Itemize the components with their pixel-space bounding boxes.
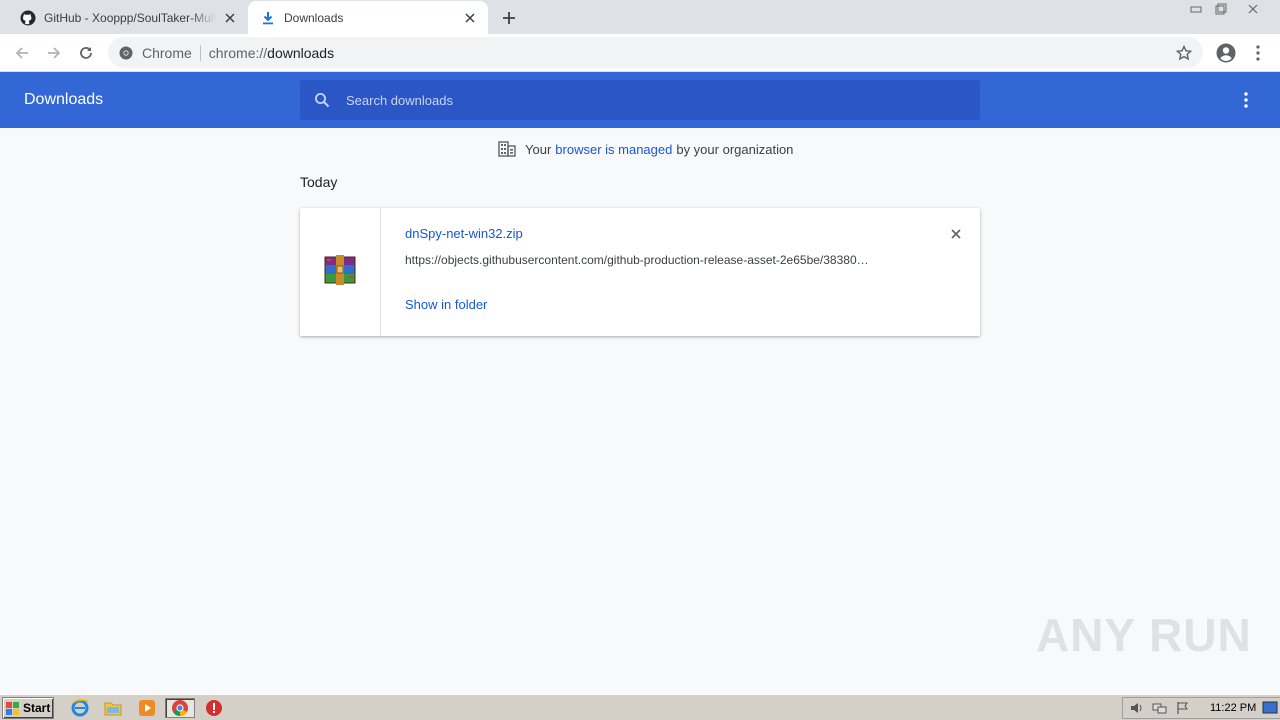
building-icon: [498, 140, 516, 158]
page-title: Downloads: [24, 91, 104, 108]
internet-explorer-icon[interactable]: [70, 698, 90, 718]
downloads-header: Downloads: [0, 72, 1280, 128]
start-label: Start: [23, 701, 51, 715]
github-icon: [20, 10, 36, 26]
managed-suffix: by your organization: [676, 141, 794, 157]
taskbar-clock[interactable]: 11:22 PM: [1210, 702, 1256, 714]
restore-button[interactable]: [1208, 0, 1234, 18]
managed-prefix: Your: [525, 141, 552, 157]
start-button[interactable]: Start: [2, 697, 54, 719]
network-icon[interactable]: [1151, 700, 1169, 716]
anyrun-watermark: ANY RUN: [1036, 608, 1252, 662]
more-actions-icon[interactable]: [1236, 90, 1256, 110]
close-icon[interactable]: [462, 10, 478, 26]
back-button[interactable]: [10, 41, 34, 65]
tab-github[interactable]: GitHub - Xooppp/SoulTaker-Multitool: [8, 1, 248, 34]
file-icon-column: [300, 208, 381, 336]
url-path: downloads: [267, 44, 335, 61]
volume-icon[interactable]: [1128, 700, 1146, 716]
chrome-icon: [118, 45, 134, 61]
windows-logo-icon: [6, 701, 20, 715]
winrar-archive-icon: [323, 254, 357, 291]
tab-downloads[interactable]: Downloads: [248, 1, 488, 34]
media-player-icon[interactable]: [137, 698, 157, 718]
chrome-menu-icon[interactable]: [1248, 41, 1268, 65]
close-icon[interactable]: [222, 10, 238, 26]
minimize-button[interactable]: [1183, 0, 1209, 18]
download-item: dnSpy-net-win32.zip https://objects.gith…: [300, 208, 980, 336]
close-window-button[interactable]: [1240, 0, 1266, 18]
browser-toolbar: Chrome chrome:// downloads: [0, 34, 1280, 72]
chrome-taskbar-icon[interactable]: [165, 698, 195, 718]
managed-link[interactable]: browser is managed: [555, 142, 672, 157]
reload-button[interactable]: [74, 41, 98, 65]
system-tray: 11:22 PM: [1122, 697, 1280, 719]
action-center-flag-icon[interactable]: [1174, 700, 1192, 716]
managed-notice: Your browser is managed by your organiza…: [498, 140, 793, 158]
divider: [199, 44, 201, 61]
watermark-text: ANY RUN: [1036, 609, 1252, 661]
forward-button[interactable]: [42, 41, 66, 65]
new-tab-button[interactable]: [498, 7, 520, 29]
address-bar[interactable]: Chrome chrome:// downloads: [108, 37, 1203, 68]
origin-chip: Chrome: [142, 44, 192, 61]
download-filename-link[interactable]: dnSpy-net-win32.zip: [405, 226, 523, 241]
search-input[interactable]: [346, 92, 946, 108]
date-section-label: Today: [300, 174, 338, 190]
show-in-folder-button[interactable]: Show in folder: [405, 297, 487, 312]
show-desktop-icon[interactable]: [1262, 701, 1278, 715]
profile-avatar-icon[interactable]: [1214, 41, 1238, 65]
file-explorer-icon[interactable]: [103, 698, 123, 718]
tab-strip: GitHub - Xooppp/SoulTaker-Multitool Down…: [0, 0, 1280, 34]
tab-title: Downloads: [284, 10, 344, 25]
bookmark-star-icon[interactable]: [1175, 44, 1193, 62]
url-scheme: chrome://: [208, 44, 268, 61]
windows-taskbar: Start 11:22 PM: [0, 694, 1280, 720]
tab-title: GitHub - Xooppp/SoulTaker-Multitool: [44, 10, 216, 25]
search-box[interactable]: [300, 80, 980, 120]
download-icon: [260, 10, 276, 26]
download-source-url[interactable]: https://objects.githubusercontent.com/gi…: [405, 253, 905, 267]
search-icon: [312, 90, 332, 110]
stop-sign-icon[interactable]: [204, 698, 224, 718]
remove-download-icon[interactable]: [948, 226, 964, 242]
